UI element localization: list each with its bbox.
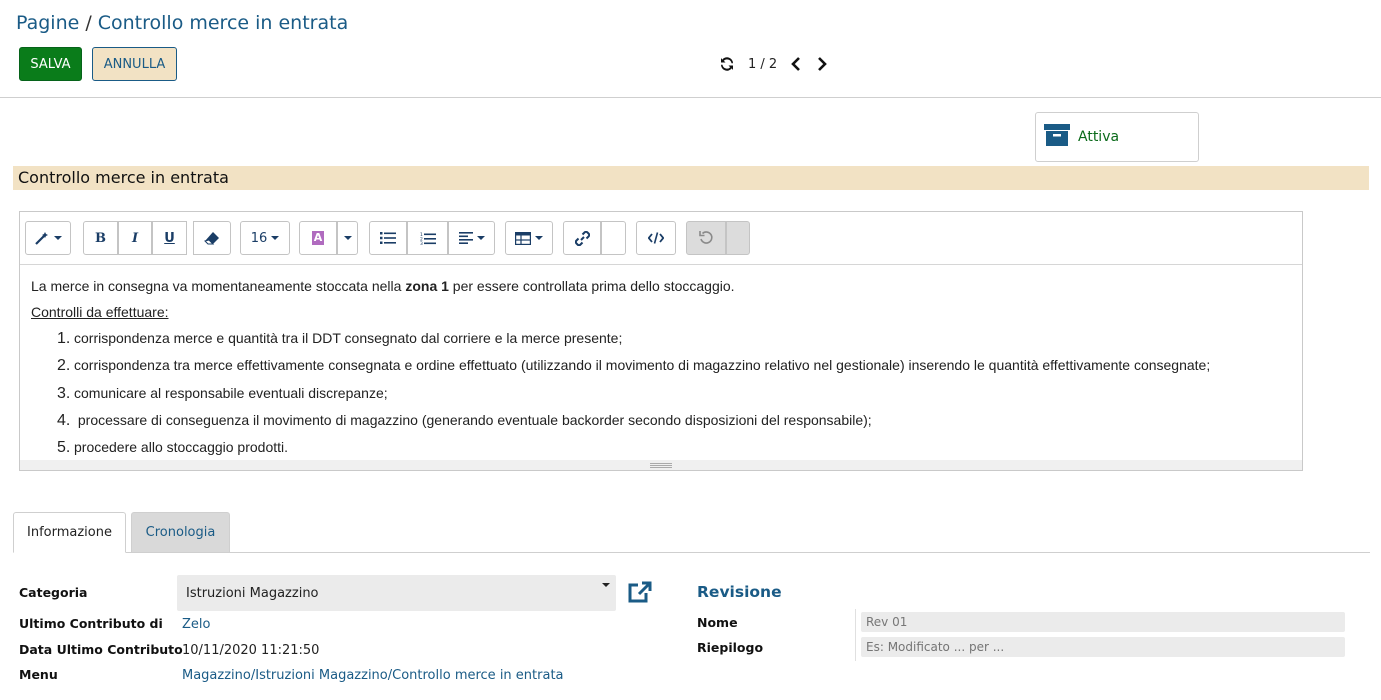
- unlink-button[interactable]: [601, 221, 626, 255]
- font-size-select[interactable]: 16: [240, 221, 290, 255]
- list-item-number: 5.: [57, 439, 71, 457]
- intro-text-start: La merce in consegna va momentaneamente …: [31, 278, 406, 294]
- intro-text-bold: zona 1: [405, 278, 449, 294]
- list-item: 3. comunicare al responsabile eventuali d…: [57, 384, 1291, 403]
- list-item-text: comunicare al responsabile eventuali dis…: [74, 384, 388, 401]
- chevron-right-icon[interactable]: [815, 56, 829, 72]
- list-item-number: 4.: [57, 411, 71, 429]
- bullet-list-icon: [380, 232, 396, 244]
- menu-path-link[interactable]: Magazzino/Istruzioni Magazzino/Controllo…: [182, 668, 564, 683]
- font-size-value: 16: [250, 230, 268, 246]
- external-link-icon[interactable]: [627, 580, 653, 608]
- intro-paragraph: La merce in consegna va momentaneamente …: [31, 277, 1291, 295]
- tabs-divider: [13, 552, 1370, 553]
- page-position: 1 / 2: [748, 56, 778, 72]
- last-contribution-date-value: 10/11/2020 11:21:50: [182, 643, 320, 658]
- text-color-dropdown[interactable]: [337, 221, 358, 255]
- list-item: 4. processare di conseguenza il moviment…: [57, 411, 1291, 430]
- breadcrumb-current: Controllo merce in entrata: [97, 12, 349, 34]
- tab-informazione[interactable]: Informazione: [13, 512, 126, 553]
- numbered-list-icon: 123: [420, 232, 436, 245]
- clear-format-button[interactable]: [193, 221, 231, 255]
- list-item-text: processare di conseguenza il movimento d…: [74, 411, 872, 428]
- list-item-number: 3.: [57, 384, 71, 402]
- undo-button[interactable]: [686, 221, 726, 255]
- pager: 1 / 2: [718, 52, 829, 76]
- list-item-number: 2.: [57, 357, 71, 375]
- italic-button[interactable]: I: [118, 221, 152, 255]
- menu-label: Menu: [19, 667, 58, 682]
- list-item: 5. procedere allo stoccaggio prodotti.: [57, 438, 1291, 457]
- text-color-button[interactable]: A: [299, 221, 337, 255]
- editor-content[interactable]: La merce in consegna va momentaneamente …: [20, 265, 1302, 477]
- category-select[interactable]: Istruzioni Magazzino: [177, 575, 616, 611]
- chevron-left-icon[interactable]: [789, 56, 803, 72]
- intro-text-end: per essere controllata prima dello stocc…: [448, 278, 735, 294]
- checks-subheading: Controlli da effettuare:: [31, 304, 169, 320]
- code-icon: [648, 232, 664, 244]
- revision-name-field[interactable]: Rev 01: [861, 612, 1345, 632]
- link-button[interactable]: [563, 221, 601, 255]
- code-view-button[interactable]: [636, 221, 676, 255]
- list-item-number: 1.: [57, 330, 71, 347]
- svg-text:3: 3: [420, 241, 423, 245]
- list-item-text: corrispondenza merce e quantità tra il D…: [74, 330, 623, 346]
- category-label: Categoria: [19, 585, 88, 600]
- revision-divider: [855, 609, 856, 661]
- rich-text-editor[interactable]: B I U 16 A 123 La merce in consegna va m…: [19, 211, 1303, 471]
- table-icon: [515, 231, 531, 245]
- tab-cronologia[interactable]: Cronologia: [131, 512, 230, 553]
- page-title: Controllo merce in entrata: [13, 166, 1369, 190]
- refresh-icon[interactable]: [718, 55, 736, 73]
- table-button[interactable]: [505, 221, 553, 255]
- archive-box-icon: [1044, 123, 1070, 151]
- editor-toolbar: B I U 16 A 123: [20, 212, 1302, 265]
- redo-button[interactable]: [726, 221, 750, 255]
- breadcrumb-separator: /: [85, 12, 92, 34]
- last-contributor-link[interactable]: Zelo: [182, 617, 210, 632]
- status-toggle[interactable]: Attiva: [1035, 112, 1199, 162]
- chevron-down-icon: [602, 583, 610, 587]
- underline-button[interactable]: U: [152, 221, 187, 255]
- magic-style-button[interactable]: [25, 221, 71, 255]
- magic-wand-icon: [35, 232, 48, 245]
- eraser-icon: [204, 232, 219, 245]
- list-item-text: procedere allo stoccaggio prodotti.: [74, 439, 289, 456]
- list-item-text: corrispondenza tra merce effettivamente …: [74, 357, 1211, 374]
- bullet-list-button[interactable]: [369, 221, 407, 255]
- last-contributor-label: Ultimo Contributo di: [19, 616, 163, 631]
- bold-button[interactable]: B: [83, 221, 118, 255]
- last-contribution-date-label: Data Ultimo Contributo: [19, 642, 183, 657]
- align-left-icon: [458, 232, 473, 244]
- breadcrumb: Pagine / Controllo merce in entrata: [16, 12, 348, 34]
- save-button[interactable]: SALVA: [19, 47, 82, 81]
- font-color-icon: A: [311, 231, 325, 245]
- list-item: 1. corrispondenza merce e quantità tra il…: [57, 329, 1291, 348]
- category-value: Istruzioni Magazzino: [186, 585, 319, 601]
- cancel-button[interactable]: ANNULLA: [92, 47, 177, 81]
- checks-list: 1. corrispondenza merce e quantità tra il…: [57, 329, 1291, 457]
- breadcrumb-root[interactable]: Pagine: [16, 12, 79, 34]
- link-icon: [574, 230, 590, 246]
- list-item: 2. corrispondenza tra merce effettivament…: [57, 356, 1291, 375]
- revision-name-label: Nome: [697, 615, 738, 630]
- status-label: Attiva: [1078, 129, 1120, 145]
- revision-summary-field[interactable]: [861, 637, 1345, 657]
- revision-heading: Revisione: [697, 583, 782, 601]
- revision-summary-label: Riepilogo: [697, 640, 764, 655]
- numbered-list-button[interactable]: 123: [407, 221, 448, 255]
- undo-icon: [699, 231, 713, 244]
- align-button[interactable]: [448, 221, 495, 255]
- editor-resize-handle[interactable]: [20, 460, 1302, 470]
- header-divider: [0, 97, 1381, 98]
